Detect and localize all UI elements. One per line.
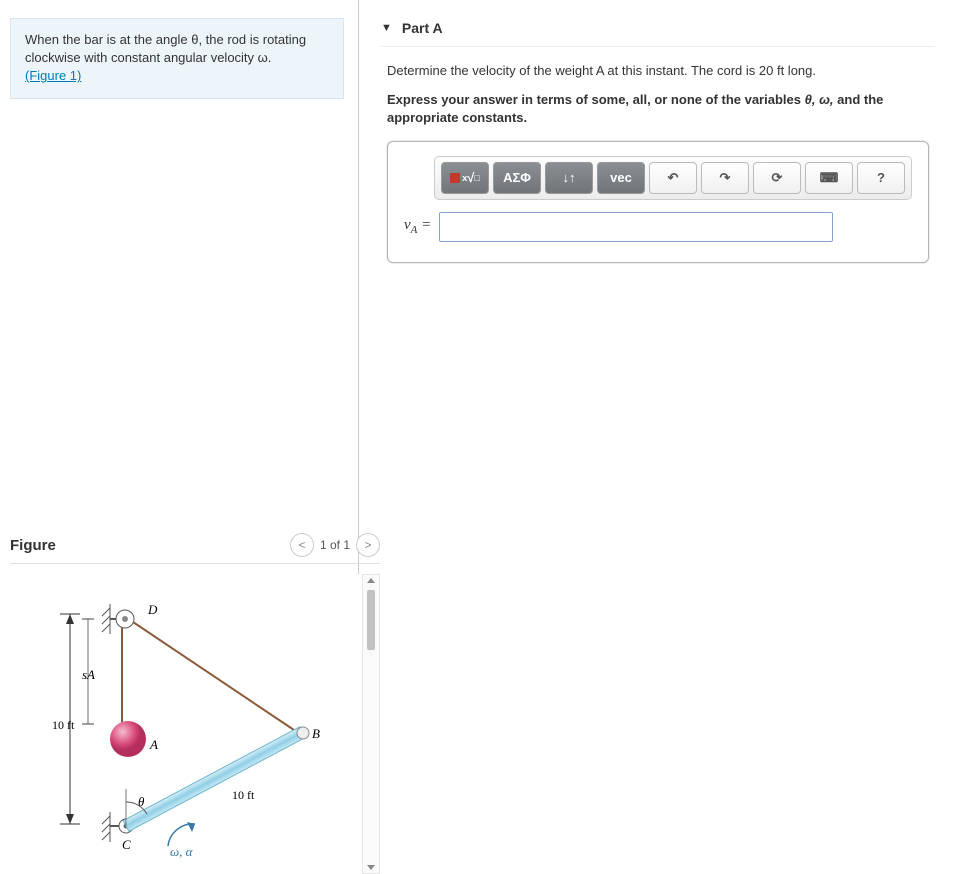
figure-link[interactable]: (Figure 1) [25,68,81,83]
svg-text:ω, α: ω, α [170,844,194,859]
figure-scrollbar[interactable] [362,574,380,874]
equation-toolbar: x√□ ΑΣΦ ↓↑ vec ↶ ↷ ⟳ ⌨ ? [434,156,912,200]
svg-text:C: C [122,837,131,852]
subsup-button[interactable]: ↓↑ [545,162,593,194]
keyboard-button[interactable]: ⌨ [805,162,853,194]
scroll-thumb[interactable] [367,590,375,650]
svg-text:sA: sA [82,667,95,682]
figure-page-label: 1 of 1 [320,538,350,552]
vec-button[interactable]: vec [597,162,645,194]
redo-button[interactable]: ↷ [701,162,749,194]
svg-text:D: D [147,602,158,617]
problem-text: When the bar is at the angle θ, the rod … [25,32,306,65]
svg-text:10 ft: 10 ft [52,718,75,732]
answer-area: x√□ ΑΣΦ ↓↑ vec ↶ ↷ ⟳ ⌨ ? vA = [387,141,929,263]
reset-button[interactable]: ⟳ [753,162,801,194]
figure-pager: < 1 of 1 > [290,533,380,557]
svg-text:B: B [312,726,320,741]
figure-image: 10 ft sA [10,574,362,874]
figure-next-button[interactable]: > [356,533,380,557]
question-text: Determine the velocity of the weight A a… [387,61,929,81]
svg-text:10 ft: 10 ft [232,788,255,802]
greek-button[interactable]: ΑΣΦ [493,162,541,194]
undo-button[interactable]: ↶ [649,162,697,194]
part-title: Part A [402,20,443,36]
svg-text:A: A [149,737,158,752]
scroll-up-icon[interactable] [367,578,375,583]
answer-instruction: Express your answer in terms of some, al… [387,91,929,127]
part-collapse-toggle[interactable]: ▼ [381,22,392,34]
answer-label: vA = [404,217,431,236]
help-button[interactable]: ? [857,162,905,194]
figure-title: Figure [10,537,56,554]
problem-statement: When the bar is at the angle θ, the rod … [10,18,344,99]
scroll-down-icon[interactable] [367,865,375,870]
svg-text:θ: θ [138,794,145,809]
figure-prev-button[interactable]: < [290,533,314,557]
answer-input[interactable] [439,212,833,242]
templates-button[interactable]: x√□ [441,162,489,194]
